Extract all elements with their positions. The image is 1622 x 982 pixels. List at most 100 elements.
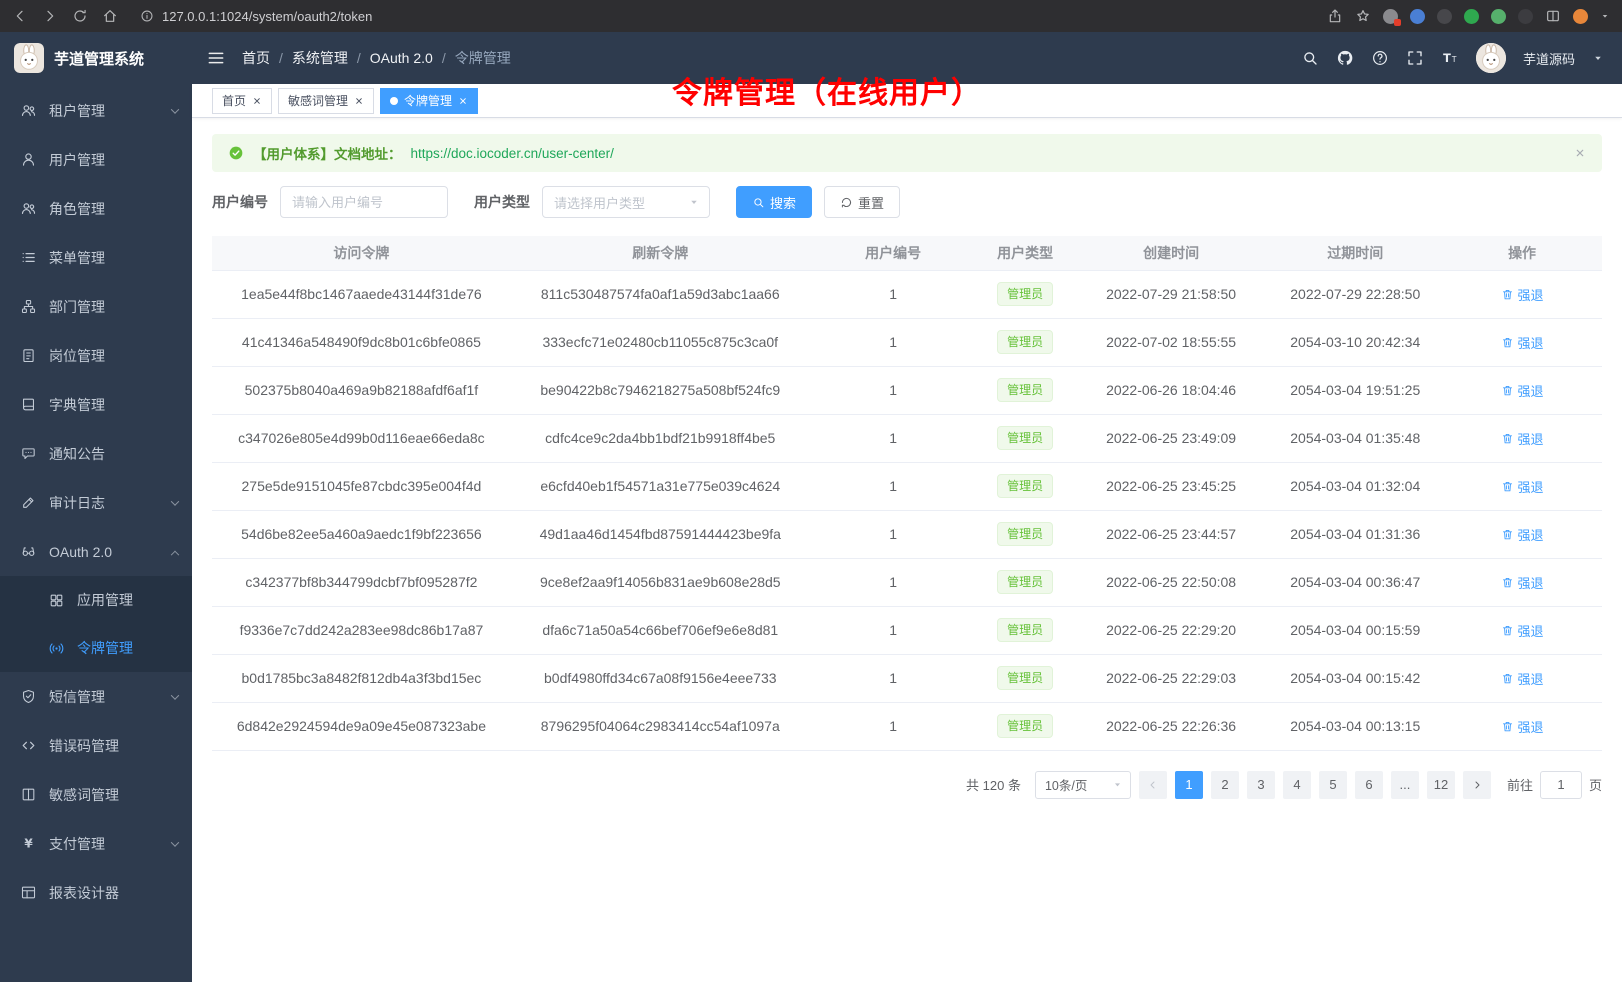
close-icon[interactable] — [1574, 147, 1586, 159]
prev-page-button[interactable] — [1139, 771, 1167, 799]
page-size-select[interactable]: 10条/页 — [1035, 771, 1131, 799]
expire-time-cell: 2054-03-04 01:32:04 — [1268, 462, 1442, 510]
sidebar-toggle-icon[interactable] — [206, 48, 226, 68]
breadcrumb-item[interactable]: 首页 — [242, 48, 292, 68]
sidebar-item[interactable]: 租户管理 — [0, 86, 192, 135]
next-page-button[interactable] — [1463, 771, 1491, 799]
sidebar-item-label: 支付管理 — [49, 834, 105, 854]
user-type-select[interactable]: 请选择用户类型 — [542, 186, 710, 218]
help-icon[interactable] — [1371, 49, 1389, 67]
tree-icon — [20, 298, 37, 315]
page-button[interactable]: 6 — [1355, 771, 1383, 799]
user-id-input[interactable] — [280, 186, 448, 218]
sidebar-item[interactable]: 用户管理 — [0, 135, 192, 184]
force-logout-button[interactable]: 强退 — [1501, 429, 1544, 448]
sidebar-item[interactable]: 岗位管理 — [0, 331, 192, 380]
total-count: 共 120 条 — [966, 775, 1021, 794]
chevron-down-icon[interactable] — [1592, 52, 1604, 64]
page-button[interactable]: ... — [1391, 771, 1419, 799]
sidebar-item-label: 应用管理 — [77, 590, 133, 610]
refresh-token-cell: e6cfd40eb1f54571a31e775e039c4624 — [511, 462, 810, 510]
expire-time-cell: 2054-03-04 00:15:59 — [1268, 606, 1442, 654]
doc-link[interactable]: https://doc.iocoder.cn/user-center/ — [411, 146, 614, 161]
extension-icon[interactable] — [1383, 9, 1398, 24]
breadcrumb-item[interactable]: 系统管理 — [292, 48, 370, 68]
sidebar-item[interactable]: 通知公告 — [0, 429, 192, 478]
user-type-cell: 管理员 — [976, 366, 1073, 414]
extension-puzzle-icon[interactable] — [1491, 9, 1506, 24]
action-cell: 强退 — [1442, 558, 1602, 606]
force-logout-button[interactable]: 强退 — [1501, 669, 1544, 688]
sidebar-item[interactable]: 菜单管理 — [0, 233, 192, 282]
address-bar[interactable]: 127.0.0.1:1024/system/oauth2/token — [140, 9, 1313, 24]
user-avatar[interactable] — [1476, 43, 1506, 73]
sidebar-item-label: 报表设计器 — [49, 883, 119, 903]
page-info-icon[interactable] — [140, 9, 154, 23]
sidebar-item[interactable]: 角色管理 — [0, 184, 192, 233]
force-logout-button[interactable]: 强退 — [1501, 621, 1544, 640]
close-icon[interactable] — [354, 96, 364, 106]
chevron-down-icon — [688, 196, 700, 208]
extension-icon[interactable] — [1464, 9, 1479, 24]
browser-reload-icon[interactable] — [72, 8, 88, 24]
extension-icon[interactable] — [1437, 9, 1452, 24]
page-button[interactable]: 12 — [1427, 771, 1455, 799]
extension-icon[interactable] — [1410, 9, 1425, 24]
github-icon[interactable] — [1336, 49, 1354, 67]
force-logout-button[interactable]: 强退 — [1501, 717, 1544, 736]
expire-time-cell: 2054-03-10 20:42:34 — [1268, 318, 1442, 366]
sidebar-item[interactable]: 错误码管理 — [0, 721, 192, 770]
page-button[interactable]: 2 — [1211, 771, 1239, 799]
search-button[interactable]: 搜索 — [736, 186, 812, 218]
page-button[interactable]: 3 — [1247, 771, 1275, 799]
force-logout-button[interactable]: 强退 — [1501, 333, 1544, 352]
sidebar-item[interactable]: 部门管理 — [0, 282, 192, 331]
force-logout-button[interactable]: 强退 — [1501, 477, 1544, 496]
font-size-icon[interactable] — [1441, 49, 1459, 67]
browser-back-icon[interactable] — [12, 8, 28, 24]
split-view-icon[interactable] — [1545, 8, 1561, 24]
sidebar-item-label: 令牌管理 — [77, 638, 133, 658]
bookmark-star-icon[interactable] — [1355, 8, 1371, 24]
view-tab[interactable]: 令牌管理 — [380, 88, 478, 114]
sidebar-item[interactable]: 敏感词管理 — [0, 770, 192, 819]
fullscreen-icon[interactable] — [1406, 49, 1424, 67]
sidebar-item[interactable]: 字典管理 — [0, 380, 192, 429]
view-tab[interactable]: 敏感词管理 — [278, 88, 374, 114]
reset-button[interactable]: 重置 — [824, 186, 900, 218]
chevron-down-icon[interactable] — [1600, 11, 1610, 21]
force-logout-button[interactable]: 强退 — [1501, 285, 1544, 304]
close-icon[interactable] — [458, 96, 468, 106]
goto-page-input[interactable] — [1540, 771, 1582, 799]
refresh-token-cell: 333ecfc71e02480cb11055c875c3ca0f — [511, 318, 810, 366]
profile-avatar[interactable] — [1573, 9, 1588, 24]
access-token-cell: 54d6be82ee5a460a9aedc1f9bf223656 — [212, 510, 511, 558]
force-logout-button[interactable]: 强退 — [1501, 525, 1544, 544]
force-logout-button[interactable]: 强退 — [1501, 573, 1544, 592]
sidebar-item[interactable]: 令牌管理 — [0, 624, 192, 672]
user-type-cell: 管理员 — [976, 702, 1073, 750]
browser-home-icon[interactable] — [102, 8, 118, 24]
share-icon[interactable] — [1327, 8, 1343, 24]
close-icon[interactable] — [252, 96, 262, 106]
create-time-cell: 2022-06-25 23:45:25 — [1074, 462, 1269, 510]
page-button[interactable]: 4 — [1283, 771, 1311, 799]
sidebar-item[interactable]: 短信管理 — [0, 672, 192, 721]
page-button[interactable]: 1 — [1175, 771, 1203, 799]
view-tab[interactable]: 首页 — [212, 88, 272, 114]
user-name[interactable]: 芋道源码 — [1523, 49, 1575, 68]
page-button[interactable]: 5 — [1319, 771, 1347, 799]
breadcrumb-item[interactable]: 令牌管理 — [455, 48, 511, 68]
sidebar-item[interactable]: 支付管理 — [0, 819, 192, 868]
force-logout-button[interactable]: 强退 — [1501, 381, 1544, 400]
app-logo[interactable]: 芋道管理系统 — [0, 32, 192, 84]
sidebar-item[interactable]: 应用管理 — [0, 576, 192, 624]
breadcrumb-item[interactable]: OAuth 2.0 — [370, 50, 455, 66]
extension-icon[interactable] — [1518, 9, 1533, 24]
search-icon[interactable] — [1301, 49, 1319, 67]
sidebar-item[interactable]: OAuth 2.0 — [0, 527, 192, 576]
user-id-cell: 1 — [810, 462, 977, 510]
sidebar-item[interactable]: 报表设计器 — [0, 868, 192, 917]
sidebar-item[interactable]: 审计日志 — [0, 478, 192, 527]
browser-forward-icon[interactable] — [42, 8, 58, 24]
